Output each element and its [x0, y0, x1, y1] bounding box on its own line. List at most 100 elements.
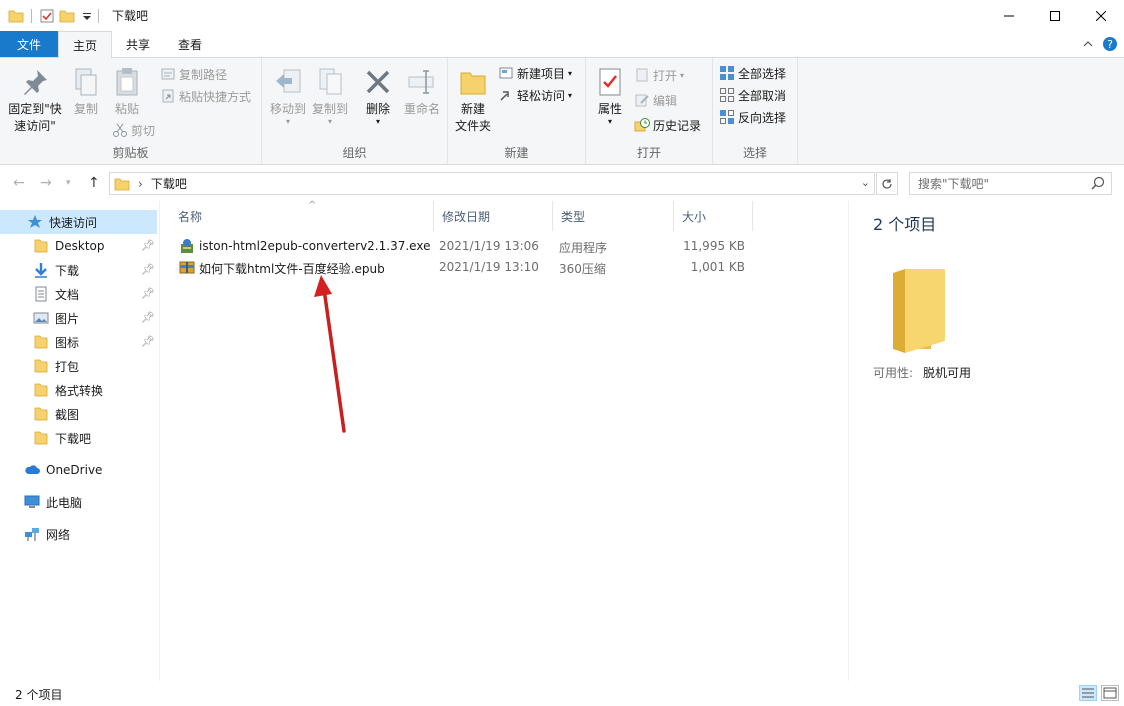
folder-icon	[34, 359, 48, 373]
pin-icon[interactable]: 📌︎	[141, 263, 155, 277]
open-label: 打开	[653, 68, 678, 83]
open-dropdown-icon: ▾	[680, 70, 685, 80]
breadcrumb-chevron-icon[interactable]: ›	[138, 177, 143, 191]
nav-item-label: 打包	[55, 359, 80, 374]
search-input[interactable]: 搜索"下载吧"	[909, 172, 1112, 195]
large-icons-view-button[interactable]	[1101, 685, 1119, 701]
search-placeholder: 搜索"下载吧"	[918, 177, 990, 191]
copy-to-button[interactable]: 复制到 ▾	[308, 66, 352, 126]
delete-label: 删除	[365, 102, 390, 116]
nav-item-documents[interactable]: 文档 📌︎	[0, 282, 157, 306]
column-name[interactable]: 名称 ^	[170, 200, 434, 231]
column-type[interactable]: 类型	[553, 201, 674, 231]
file-name[interactable]: iston-html2epub-converterv2.1.37.exe	[199, 239, 430, 253]
tab-file[interactable]: 文件	[0, 31, 58, 57]
paste-shortcut-button[interactable]: 粘贴快捷方式	[160, 86, 251, 106]
properties-check-icon[interactable]	[39, 8, 55, 24]
nav-onedrive-label: OneDrive	[46, 463, 103, 477]
minimize-button[interactable]	[986, 0, 1032, 31]
nav-item-xiazaiba[interactable]: 下载吧	[0, 426, 157, 450]
invert-selection-button[interactable]: 反向选择	[719, 107, 786, 127]
select-all-button[interactable]: 全部选择	[719, 63, 786, 83]
open-button[interactable]: 打开 ▾	[634, 65, 684, 85]
select-none-button[interactable]: 全部取消	[719, 85, 786, 105]
nav-item-pack[interactable]: 打包	[0, 354, 157, 378]
copy-button[interactable]: 复制	[68, 66, 104, 118]
new-item-label: 新建项目	[517, 66, 566, 81]
forward-arrow-icon[interactable]: →	[40, 175, 52, 191]
pin-icon[interactable]: 📌︎	[141, 311, 155, 325]
easy-access-button[interactable]: 轻松访问 ▾	[498, 85, 572, 105]
nav-item-format-convert[interactable]: 格式转换	[0, 378, 157, 402]
large-folder-icon	[893, 269, 945, 353]
file-date: 2021/1/19 13:10	[439, 260, 539, 274]
details-view-button[interactable]	[1079, 685, 1097, 701]
pin-label-2: 速访问"	[14, 119, 56, 133]
nav-item-label: 格式转换	[55, 383, 104, 398]
help-icon[interactable]: ?	[1102, 36, 1118, 52]
tab-view[interactable]: 查看	[164, 31, 216, 57]
column-date[interactable]: 修改日期	[434, 201, 553, 231]
new-group: 新建 文件夹 新建项目 ▾ 轻松访问 ▾ 新建	[448, 58, 586, 165]
nav-item-screenshots[interactable]: 截图	[0, 402, 157, 426]
move-to-label: 移动到	[269, 102, 306, 116]
nav-item-desktop[interactable]: Desktop 📌︎	[0, 234, 157, 258]
nav-item-icons[interactable]: 图标 📌︎	[0, 330, 157, 354]
breadcrumb-current[interactable]: 下载吧	[151, 175, 187, 192]
maximize-icon	[1050, 10, 1060, 21]
availability-label: 可用性:	[873, 366, 914, 380]
select-all-icon	[720, 66, 734, 80]
tab-home[interactable]: 主页	[58, 31, 113, 58]
cut-button[interactable]: 剪切	[112, 120, 155, 140]
properties-button[interactable]: 属性 ▾	[592, 66, 628, 126]
new-item-button[interactable]: 新建项目 ▾	[498, 63, 572, 83]
copy-icon	[75, 68, 97, 96]
file-row[interactable]: 如何下载html文件-百度经验.epub 2021/1/19 13:10 360…	[170, 257, 840, 278]
recent-locations-chevron-icon[interactable]: ▾	[66, 178, 71, 188]
delete-button[interactable]: 删除 ▾	[358, 66, 398, 126]
nav-item-label: 下载吧	[55, 431, 92, 446]
tab-share[interactable]: 共享	[112, 31, 164, 57]
copy-path-button[interactable]: 复制路径	[160, 64, 227, 84]
nav-item-downloads[interactable]: 下载 📌︎	[0, 258, 157, 282]
edit-button[interactable]: 编辑	[634, 90, 677, 110]
pin-quick-access-button[interactable]: 固定到"快 速访问"	[6, 66, 64, 135]
collapse-ribbon-icon[interactable]	[1082, 38, 1094, 50]
nav-onedrive[interactable]: OneDrive	[0, 458, 157, 482]
maximize-button[interactable]	[1032, 0, 1078, 31]
nav-network[interactable]: 网络	[0, 522, 157, 546]
history-button[interactable]: 历史记录	[634, 115, 701, 135]
column-size[interactable]: 大小	[674, 201, 753, 231]
large-icons-view-icon	[1103, 687, 1117, 699]
move-to-button[interactable]: 移动到 ▾	[266, 66, 310, 126]
folder-icon	[34, 383, 48, 397]
pin-icon[interactable]: 📌︎	[141, 335, 155, 349]
nav-quick-access[interactable]: 快速访问	[0, 210, 157, 234]
computer-icon	[24, 495, 40, 508]
nav-item-pictures[interactable]: 图片 📌︎	[0, 306, 157, 330]
properties-icon	[599, 68, 621, 96]
easy-access-icon	[500, 91, 509, 101]
new-folder-button[interactable]: 新建 文件夹	[452, 66, 494, 135]
nav-this-pc[interactable]: 此电脑	[0, 490, 157, 514]
pin-icon[interactable]: 📌︎	[141, 239, 155, 253]
pin-icon[interactable]: 📌︎	[141, 287, 155, 301]
chevron-down-icon[interactable]	[79, 8, 95, 24]
address-bar[interactable]: › 下载吧 ⌄	[109, 172, 875, 195]
delete-dropdown-icon: ▾	[375, 117, 380, 126]
column-type-label: 类型	[561, 209, 586, 224]
folder-icon	[34, 431, 48, 445]
rename-button[interactable]: 重命名	[400, 66, 444, 118]
address-dropdown-icon[interactable]: ⌄	[861, 176, 870, 189]
up-arrow-icon[interactable]: ↑	[88, 175, 100, 191]
file-row[interactable]: iston-html2epub-converterv2.1.37.exe 202…	[170, 236, 840, 257]
annotation-arrow-icon	[314, 275, 346, 433]
organize-group-label: 组织	[342, 146, 367, 160]
new-folder-label-1: 新建	[460, 102, 485, 116]
new-folder-icon[interactable]	[59, 8, 75, 24]
back-arrow-icon[interactable]: ←	[13, 175, 25, 191]
paste-button[interactable]: 粘贴	[108, 66, 146, 118]
close-button[interactable]	[1078, 0, 1124, 31]
refresh-button[interactable]	[876, 172, 898, 195]
column-size-label: 大小	[682, 209, 707, 224]
